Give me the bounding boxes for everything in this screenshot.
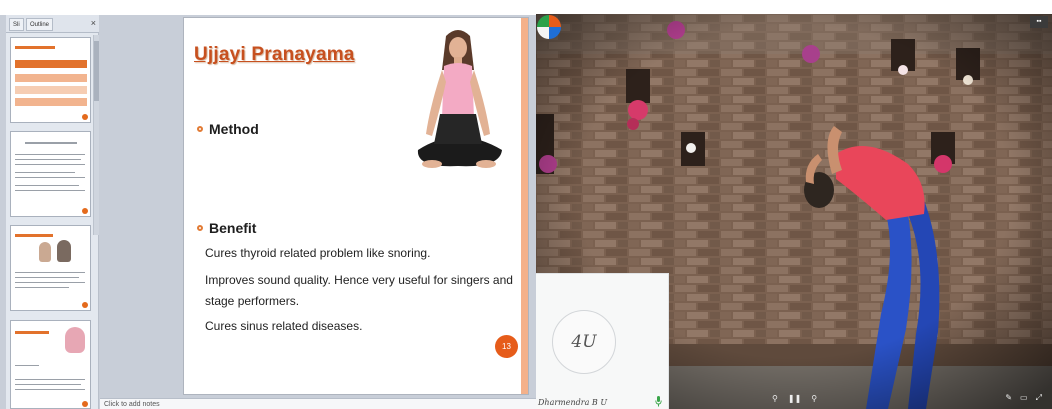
thumb-text-line	[15, 379, 85, 380]
meditation-pose-image	[417, 30, 502, 168]
thumb-text-line	[15, 154, 85, 155]
scrollbar-thumb[interactable]	[94, 41, 99, 101]
thumb-table-row	[15, 74, 87, 82]
thumb-figure	[57, 240, 71, 262]
benefit-line: Improves sound quality. Hence very usefu…	[205, 273, 513, 287]
thumb-figure	[65, 327, 85, 353]
thumb-text-line	[15, 277, 79, 278]
benefit-line: Cures thyroid related problem like snori…	[205, 246, 431, 260]
screen-icon[interactable]: ▭	[1020, 393, 1028, 403]
thumb-title-mark	[15, 331, 49, 334]
slide-thumbnail-1[interactable]	[10, 37, 91, 123]
thumb-text-line	[25, 142, 77, 144]
bullet-marker	[197, 225, 203, 231]
slide-thumbnail-3[interactable]	[10, 225, 91, 311]
fullscreen-icon[interactable]: ⤢	[1036, 393, 1042, 403]
bullet-marker	[197, 126, 203, 132]
video-controls: ⚲ ❚❚ ⚲	[772, 394, 817, 404]
thumb-text-line	[15, 164, 85, 165]
thumb-text-line	[15, 287, 69, 288]
microphone-icon[interactable]	[655, 396, 662, 407]
participant-name: Dharmendra B U	[538, 398, 608, 407]
editor-top-edge	[0, 0, 536, 15]
bullet-method: Method	[197, 121, 259, 137]
bullet-label: Benefit	[209, 220, 257, 236]
thumb-table-row	[15, 86, 87, 94]
thumb-table-header	[15, 60, 87, 68]
notes-pane[interactable]: Click to add notes	[100, 398, 536, 409]
thumb-text-line	[15, 282, 85, 283]
tab-slides[interactable]: Sli	[9, 18, 24, 31]
thumb-text-line	[15, 272, 85, 273]
thumb-slide-number	[82, 208, 88, 214]
bullet-benefit: Benefit	[197, 220, 256, 236]
thumb-text-line	[15, 384, 81, 385]
close-panel-icon[interactable]: ×	[91, 17, 96, 29]
pen-icon[interactable]: ✎	[1005, 393, 1012, 403]
pause-icon[interactable]: ❚❚	[788, 394, 801, 404]
slide-number-badge: 13	[495, 335, 518, 358]
panel-tabs: Sli Outline ×	[6, 15, 99, 33]
thumb-text-line	[15, 365, 39, 366]
thumb-text-line	[15, 190, 85, 191]
video-menu-icon[interactable]: ▪▪	[1030, 16, 1048, 28]
slide-canvas[interactable]: Ujjayi Pranayama Method Benefit Cures th…	[184, 18, 528, 394]
thumb-title-mark	[15, 46, 55, 49]
location-icon[interactable]: ⚲	[811, 394, 817, 404]
thumb-text-line	[15, 177, 85, 178]
slide-title: Ujjayi Pranayama	[194, 44, 355, 65]
presentation-editor: Sli Outline × Ujjayi Pranayama Method Be…	[0, 0, 536, 409]
thumb-slide-number	[82, 302, 88, 308]
slide-thumbnail-2[interactable]	[10, 131, 91, 217]
video-logo-icon	[537, 15, 561, 39]
thumb-text-line	[15, 172, 75, 173]
notes-placeholder: Click to add notes	[104, 401, 160, 408]
thumb-slide-number	[82, 114, 88, 120]
slide-thumbnail-4[interactable]	[10, 320, 91, 409]
slide-accent-band	[521, 18, 528, 394]
thumb-text-line	[15, 389, 85, 390]
video-toolbar: ✎ ▭ ⤢	[1005, 393, 1042, 403]
thumb-text-line	[15, 159, 81, 160]
benefit-line: Cures sinus related diseases.	[205, 319, 363, 333]
location-icon[interactable]: ⚲	[772, 394, 778, 404]
thumb-title-mark	[15, 234, 53, 237]
slide-thumbnail-panel: Sli Outline ×	[6, 15, 99, 409]
avatar: 4U	[552, 310, 616, 374]
thumb-table-row	[15, 98, 87, 106]
tab-outline[interactable]: Outline	[26, 18, 54, 31]
thumb-slide-number	[82, 401, 88, 407]
thumbnail-scrollbar[interactable]	[93, 35, 99, 235]
benefit-line: stage performers.	[205, 294, 300, 308]
bullet-label: Method	[209, 121, 259, 137]
thumb-text-line	[15, 185, 79, 186]
participant-tile[interactable]: 4U Dharmendra B U	[536, 273, 669, 409]
thumb-figure	[39, 242, 51, 262]
